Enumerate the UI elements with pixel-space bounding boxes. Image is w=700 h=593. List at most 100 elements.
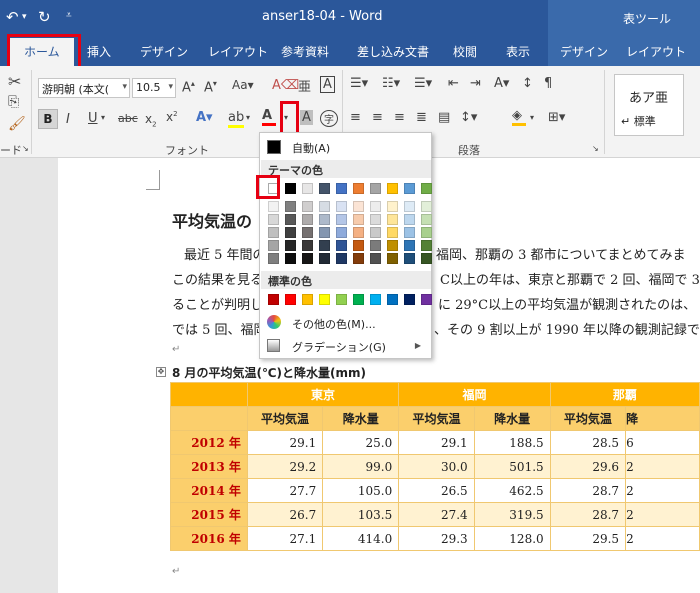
text-effects-icon[interactable]: A▾ — [196, 110, 213, 125]
font-color-dropdown-icon[interactable]: ▾ — [284, 113, 288, 122]
tab-home[interactable]: ホーム — [10, 38, 74, 66]
value-cell[interactable]: 29.5 — [549, 526, 627, 551]
value-cell[interactable]: 414.0 — [322, 526, 400, 551]
theme-shade-swatch[interactable] — [404, 227, 415, 238]
customize-toolbar-icon[interactable]: ⩡ — [66, 10, 72, 21]
phonetic-guide-icon[interactable]: 亜 — [298, 76, 311, 95]
theme-shade-swatch[interactable] — [319, 240, 330, 251]
value-cell[interactable]: 128.0 — [473, 526, 551, 551]
underline-button[interactable]: U — [88, 111, 98, 126]
theme-shade-swatch[interactable] — [319, 201, 330, 212]
value-cell[interactable]: 2 — [625, 478, 700, 503]
clipboard-launcher-icon[interactable]: ↘ — [22, 144, 29, 153]
font-color-icon[interactable]: A — [262, 108, 276, 126]
value-cell[interactable]: 27.4 — [398, 502, 475, 527]
theme-color-swatch[interactable] — [404, 183, 415, 194]
theme-shade-swatch[interactable] — [353, 201, 364, 212]
subscript-button[interactable]: x2 — [145, 112, 157, 128]
standard-color-swatch[interactable] — [302, 294, 313, 305]
font-name-combo[interactable]: 游明朝 (本文(▾ — [38, 78, 130, 98]
value-cell[interactable]: 27.7 — [246, 478, 324, 503]
line-spacing-icon[interactable]: ↕▾ — [460, 110, 477, 125]
value-cell[interactable]: 29.1 — [246, 430, 324, 455]
year-cell[interactable]: 2012 年 — [170, 430, 248, 455]
theme-shade-swatch[interactable] — [353, 214, 364, 225]
distributed-icon[interactable]: ▤ — [438, 110, 450, 125]
theme-shade-swatch[interactable] — [285, 201, 296, 212]
theme-shade-swatch[interactable] — [387, 253, 398, 264]
multilevel-list-icon[interactable]: ☰▾ — [414, 76, 432, 91]
table-corner-cell[interactable] — [170, 382, 248, 407]
value-cell[interactable]: 26.5 — [398, 478, 475, 503]
theme-shade-swatch[interactable] — [387, 227, 398, 238]
highlight-color-icon[interactable]: ab — [228, 110, 244, 128]
value-cell[interactable]: 30.0 — [398, 454, 475, 479]
city-header[interactable]: 那覇 — [549, 382, 700, 407]
borders-icon[interactable]: ⊞▾ — [548, 110, 565, 125]
theme-shade-swatch[interactable] — [285, 214, 296, 225]
year-cell[interactable]: 2015 年 — [170, 502, 248, 527]
font-size-combo[interactable]: 10.5 ▾ — [132, 78, 176, 98]
value-cell[interactable]: 2 — [625, 454, 700, 479]
city-header[interactable]: 福岡 — [398, 382, 551, 407]
tab-table-layout[interactable]: レイアウト — [626, 43, 686, 60]
value-cell[interactable]: 29.3 — [398, 526, 475, 551]
value-cell[interactable]: 2 — [625, 526, 700, 551]
value-cell[interactable]: 28.5 — [549, 430, 627, 455]
shading-icon[interactable]: ◈ — [512, 108, 526, 126]
standard-color-swatch[interactable] — [387, 294, 398, 305]
value-cell[interactable]: 29.2 — [246, 454, 324, 479]
more-colors-item[interactable]: その他の色(M)... — [260, 313, 431, 333]
standard-color-swatch[interactable] — [404, 294, 415, 305]
align-right-icon[interactable]: ≡ — [394, 110, 405, 125]
tab-design[interactable]: デザイン — [140, 43, 188, 60]
theme-shade-swatch[interactable] — [370, 214, 381, 225]
theme-shade-swatch[interactable] — [387, 214, 398, 225]
theme-shade-swatch[interactable] — [404, 240, 415, 251]
theme-shade-swatch[interactable] — [421, 240, 432, 251]
theme-shade-swatch[interactable] — [421, 253, 432, 264]
theme-shade-swatch[interactable] — [404, 214, 415, 225]
theme-shade-swatch[interactable] — [302, 240, 313, 251]
theme-shade-swatch[interactable] — [268, 240, 279, 251]
year-cell[interactable]: 2016 年 — [170, 526, 248, 551]
subheader-cell[interactable]: 平均気温 — [246, 406, 324, 431]
enclose-characters-icon[interactable]: 字 — [320, 110, 338, 127]
subheader-cell[interactable]: 降水量 — [322, 406, 400, 431]
theme-shade-swatch[interactable] — [370, 240, 381, 251]
standard-color-swatch[interactable] — [285, 294, 296, 305]
theme-shade-swatch[interactable] — [302, 227, 313, 238]
theme-color-swatch[interactable] — [353, 183, 364, 194]
theme-color-swatch[interactable] — [285, 183, 296, 194]
subheader-cell[interactable]: 降 — [625, 406, 700, 431]
value-cell[interactable]: 103.5 — [322, 502, 400, 527]
table-corner-cell[interactable] — [170, 406, 248, 431]
value-cell[interactable]: 25.0 — [322, 430, 400, 455]
bold-button[interactable]: B — [38, 109, 58, 129]
theme-color-swatch[interactable] — [370, 183, 381, 194]
sort-icon[interactable]: ↕ — [522, 76, 533, 91]
theme-shade-swatch[interactable] — [387, 240, 398, 251]
character-shading-icon[interactable]: A — [300, 110, 313, 125]
standard-color-swatch[interactable] — [319, 294, 330, 305]
tab-references[interactable]: 参考資料 — [281, 43, 329, 60]
decrease-indent-icon[interactable]: ⇤ — [448, 76, 459, 91]
value-cell[interactable]: 29.6 — [549, 454, 627, 479]
tab-review[interactable]: 校閲 — [453, 43, 477, 60]
increase-indent-icon[interactable]: ⇥ — [470, 76, 481, 91]
format-painter-icon[interactable]: 🖌 — [8, 116, 26, 132]
value-cell[interactable]: 105.0 — [322, 478, 400, 503]
theme-shade-swatch[interactable] — [421, 214, 432, 225]
value-cell[interactable]: 28.7 — [549, 478, 627, 503]
value-cell[interactable]: 501.5 — [473, 454, 551, 479]
theme-shade-swatch[interactable] — [353, 240, 364, 251]
theme-shade-swatch[interactable] — [268, 253, 279, 264]
theme-shade-swatch[interactable] — [336, 201, 347, 212]
theme-shade-swatch[interactable] — [285, 240, 296, 251]
theme-shade-swatch[interactable] — [302, 214, 313, 225]
theme-color-swatch[interactable] — [421, 183, 432, 194]
copy-icon[interactable]: ⎘ — [8, 94, 19, 110]
value-cell[interactable]: 29.1 — [398, 430, 475, 455]
theme-shade-swatch[interactable] — [404, 253, 415, 264]
tab-mailings[interactable]: 差し込み文書 — [357, 43, 429, 60]
